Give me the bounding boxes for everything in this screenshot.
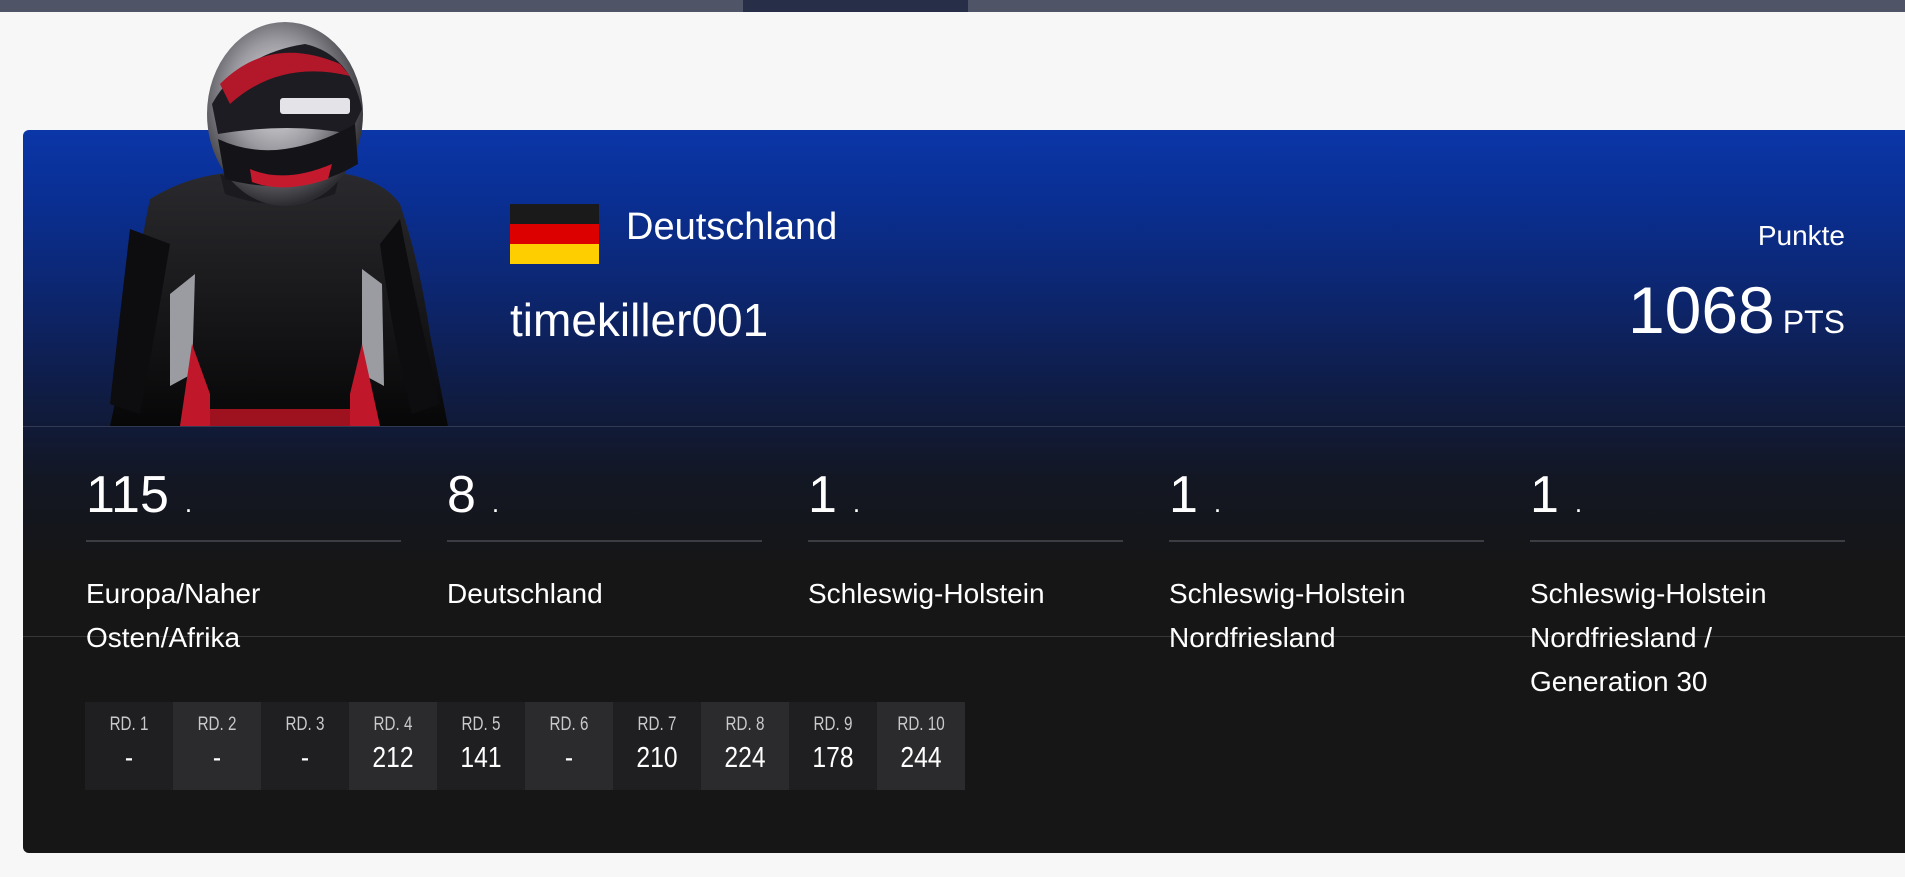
ranking-region-label: Deutschland [447, 578, 603, 609]
ranking-region-country: 8. Deutschland [447, 460, 762, 616]
round-cell: RD. 4 212 [349, 702, 437, 790]
ranking-region-label: Schleswig-Holstein [808, 578, 1045, 609]
ranking-value: 115. [86, 466, 193, 524]
ranking-value: 8. [447, 466, 500, 524]
ranking-divider [1530, 540, 1845, 542]
ranking-region-label: Europa/Naher Osten/Afrika [86, 578, 261, 653]
ranking-region-label: Schleswig-Holstein Nordfriesland / Gener… [1530, 578, 1767, 697]
ranking-region-district: 1. Schleswig-Holstein Nordfriesland [1169, 460, 1484, 660]
round-cell: RD. 3- [261, 702, 349, 790]
points-total: 1068 PTS [1628, 272, 1845, 348]
ranking-value: 1. [1530, 466, 1583, 524]
points-label: Punkte [1757, 220, 1845, 251]
round-cell: RD. 9 178 [789, 702, 877, 790]
top-nav-bar [0, 0, 1905, 12]
ranking-divider [1169, 540, 1484, 542]
top-nav-active-tab[interactable] [743, 0, 968, 12]
country-name: Deutschland [626, 206, 838, 248]
ranking-region-label: Schleswig-Holstein Nordfriesland [1169, 578, 1406, 653]
ranking-region-state: 1. Schleswig-Holstein [808, 460, 1123, 616]
ranking-region-europe: 115. Europa/Naher Osten/Afrika [86, 460, 401, 660]
round-cell: RD. 2- [173, 702, 261, 790]
round-cell: RD. 5 141 [437, 702, 525, 790]
round-cell: RD. 7 210 [613, 702, 701, 790]
flag-germany-icon [510, 204, 599, 264]
driver-avatar-icon [110, 22, 448, 426]
round-cell: RD. 10 244 [877, 702, 965, 790]
rounds-table: RD. 1- RD. 2- RD. 3- RD. 4 212 RD. 5 141 R… [85, 702, 965, 790]
ranking-region-generation: 1. Schleswig-Holstein Nordfriesland / Ge… [1530, 460, 1845, 704]
ranking-value: 1. [808, 466, 861, 524]
ranking-divider [447, 540, 762, 542]
ranking-value: 1. [1169, 466, 1222, 524]
round-cell: RD. 6- [525, 702, 613, 790]
username: timekiller001 [510, 294, 769, 346]
points-value: 1068 [1627, 273, 1775, 347]
ranking-divider [808, 540, 1123, 542]
ranking-divider [86, 540, 401, 542]
header-divider [23, 426, 1905, 427]
round-cell: RD. 8 224 [701, 702, 789, 790]
round-cell: RD. 1- [85, 702, 173, 790]
points-unit: PTS [1782, 304, 1845, 340]
